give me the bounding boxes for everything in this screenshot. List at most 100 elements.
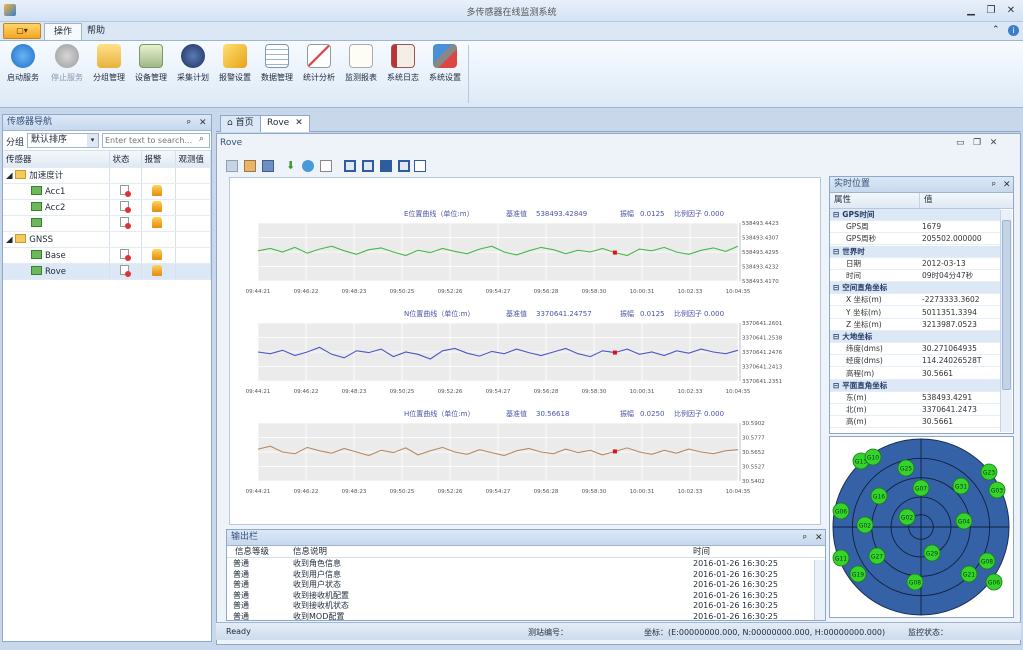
toolbar-down-icon[interactable]: ⬇ (286, 159, 295, 172)
property-row[interactable]: 纬度(dms) 30.271064935 (830, 343, 1000, 356)
tree-row-sensor-selected[interactable]: Rove (3, 263, 211, 280)
output-log-row[interactable]: 普通 收到接收机状态 2016-01-26 16:30:25 (227, 601, 813, 611)
column-status[interactable]: 状态 (109, 151, 142, 168)
output-log-row[interactable]: 普通 收到MOD配置 2016-01-26 16:30:25 (227, 612, 813, 621)
chevron-down-icon[interactable]: ▾ (87, 134, 98, 147)
statistics-button[interactable]: 统计分析 (298, 44, 340, 90)
close-panel-icon[interactable]: ✕ (199, 116, 207, 131)
property-section[interactable]: ⊟ 空间直角坐标 (830, 282, 1000, 295)
stop-service-button[interactable]: 停止服务 (46, 44, 88, 90)
tree-row-sensor[interactable]: Base (3, 247, 211, 264)
close-panel-icon[interactable]: ✕ (1003, 178, 1011, 193)
expand-icon[interactable]: ◢ (6, 171, 15, 181)
property-section[interactable]: ⊟ 平面直角坐标 (830, 379, 1000, 392)
help-icon[interactable]: i (1008, 25, 1019, 36)
property-row[interactable]: Z 坐标(m) 3213987.0523 (830, 319, 1000, 331)
system-settings-button[interactable]: 系统设置 (424, 44, 466, 90)
sensor-search-input[interactable] (102, 133, 210, 148)
toolbar-tool-icon[interactable] (244, 160, 256, 172)
system-log-button[interactable]: 系统日志 (382, 44, 424, 90)
property-section[interactable]: ⊟ 世界时 (830, 245, 1000, 258)
column-sensor[interactable]: 传感器 (3, 151, 110, 168)
tab-home[interactable]: ⌂ 首页 (220, 115, 261, 132)
pin-icon[interactable]: ᵖ (187, 117, 191, 132)
expand-icon[interactable]: ◢ (6, 235, 15, 245)
close-tab-icon[interactable]: ✕ (295, 118, 303, 128)
column-property[interactable]: 属性 (830, 193, 920, 208)
property-section[interactable]: ⊟ GPS时间 (830, 209, 1000, 221)
ribbon-collapse-icon[interactable]: ⌃ (992, 25, 1000, 35)
toolbar-export-icon[interactable] (320, 160, 332, 172)
toolbar-zoom-icon[interactable] (302, 160, 314, 172)
toolbar-save-icon[interactable] (262, 160, 274, 172)
section-collapse-icon[interactable]: ⊟ (830, 247, 842, 256)
tree-row-sensor[interactable]: Acc1 (3, 183, 211, 200)
data-manage-button[interactable]: 数据管理 (256, 44, 298, 90)
tree-row-group-gnss[interactable]: ◢ GNSS (3, 231, 211, 248)
group-manage-button[interactable]: 分组管理 (88, 44, 130, 90)
restore-button[interactable]: ❐ (984, 4, 998, 18)
output-log-row[interactable]: 普通 收到用户状态 2016-01-26 16:30:25 (227, 580, 813, 590)
sort-select[interactable]: 默认排序 ▾ (27, 133, 99, 148)
toolbar-print-icon[interactable] (226, 160, 238, 172)
tree-row-sensor[interactable] (3, 215, 211, 232)
collect-plan-button[interactable]: 采集计划 (172, 44, 214, 90)
section-collapse-icon[interactable]: ⊟ (830, 381, 842, 390)
column-time[interactable]: 时间 (687, 546, 710, 557)
tree-row-group-accelerometer[interactable]: ◢ 加速度计 (3, 167, 211, 184)
close-panel-icon[interactable]: ✕ (815, 531, 823, 546)
doc-close-button[interactable]: ✕ (990, 138, 998, 148)
scrollbar-thumb[interactable] (1002, 220, 1011, 390)
tab-operate[interactable]: 操作 (44, 23, 83, 40)
property-row[interactable]: 北(m) 3370641.2473 (830, 404, 1000, 417)
pin-icon[interactable]: ᵖ (803, 532, 807, 547)
x-tick-label: 10:02:33 (678, 289, 703, 295)
device-manage-button[interactable]: 设备管理 (130, 44, 172, 90)
toolbar-layout2-icon[interactable] (362, 160, 374, 172)
property-row[interactable]: 高程(m) 30.5661 (830, 368, 1000, 380)
property-row[interactable]: 时间 09时04分47秒 (830, 270, 1000, 282)
property-row[interactable]: GPS周 1679 (830, 221, 1000, 234)
close-button[interactable]: ✕ (1004, 4, 1018, 18)
column-level[interactable]: 信息等级 (227, 546, 287, 557)
section-collapse-icon[interactable]: ⊟ (830, 210, 842, 219)
realtime-scrollbar[interactable] (1000, 210, 1012, 432)
column-alarm[interactable]: 报警 (141, 151, 176, 168)
section-label: 大地坐标 (842, 332, 873, 341)
report-button[interactable]: 监测报表 (340, 44, 382, 90)
start-service-button[interactable]: 启动服务 (2, 44, 44, 90)
property-row[interactable]: 经度(dms) 114.24026528T (830, 355, 1000, 368)
output-scrollbar[interactable] (814, 560, 825, 620)
property-row[interactable]: 高(m) 30.5661 (830, 416, 1000, 429)
property-value: -2273333.3602 (922, 295, 980, 305)
property-section[interactable]: ⊟ 大地坐标 (830, 331, 1000, 343)
property-row[interactable]: GPS周秒 205502.000000 (830, 233, 1000, 246)
column-observation[interactable]: 观测值 (175, 151, 211, 168)
toolbar-layout4-icon[interactable] (398, 160, 410, 172)
search-icon[interactable]: ⌕ (199, 134, 204, 144)
x-tick-label: 09:50:25 (390, 489, 415, 495)
output-log-row[interactable]: 普通 收到接收机配置 2016-01-26 16:30:25 (227, 591, 813, 601)
doc-minimize-button[interactable]: ▭ (956, 138, 965, 148)
app-menu-button[interactable]: ▢▾ (3, 23, 41, 39)
toolbar-chart-icon[interactable] (414, 160, 426, 172)
output-log-row[interactable]: 普通 收到用户信息 2016-01-26 16:30:25 (227, 570, 813, 580)
toolbar-layout3-icon[interactable] (380, 160, 392, 172)
column-description[interactable]: 信息说明 (287, 546, 687, 557)
section-collapse-icon[interactable]: ⊟ (830, 283, 842, 292)
property-row[interactable]: 东(m) 538493.4291 (830, 392, 1000, 404)
tree-row-sensor[interactable]: Acc2 (3, 199, 211, 216)
alarm-settings-button[interactable]: 报警设置 (214, 44, 256, 90)
property-row[interactable]: Y 坐标(m) 5011351.3394 (830, 307, 1000, 319)
doc-restore-button[interactable]: ❐ (973, 138, 981, 148)
minimize-button[interactable]: ▁ (964, 4, 978, 18)
tab-help[interactable]: 帮助 (78, 23, 114, 40)
output-log-row[interactable]: 普通 收到角色信息 2016-01-26 16:30:25 (227, 559, 813, 569)
tab-rove[interactable]: Rove ✕ (260, 115, 310, 132)
column-value[interactable]: 值 (920, 193, 933, 208)
property-row[interactable]: 日期 2012-03-13 (830, 258, 1000, 270)
property-row[interactable]: X 坐标(m) -2273333.3602 (830, 294, 1000, 307)
toolbar-layout1-icon[interactable] (344, 160, 356, 172)
pin-icon[interactable]: ᵖ (992, 179, 996, 194)
section-collapse-icon[interactable]: ⊟ (830, 332, 842, 341)
